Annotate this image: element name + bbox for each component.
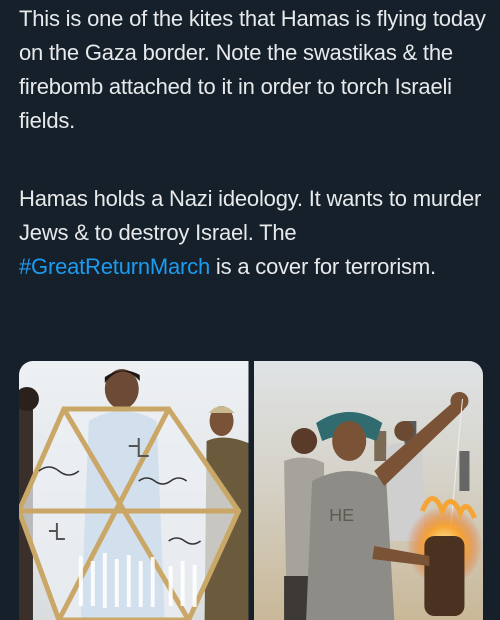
hashtag-link[interactable]: #GreatReturnMarch	[19, 254, 210, 279]
photo-firebomb[interactable]: HE	[253, 361, 483, 620]
tweet-media: HE	[19, 361, 483, 620]
kite-photo-image	[19, 361, 249, 620]
tweet-paragraph-1: This is one of the kites that Hamas is f…	[19, 6, 486, 133]
tweet-paragraph-2: Hamas holds a Nazi ideology. It wants to…	[19, 182, 489, 284]
photo-kite-men[interactable]	[19, 361, 249, 620]
tweet-paragraph-2-start: Hamas holds a Nazi ideology. It wants to…	[19, 186, 482, 245]
svg-text:HE: HE	[329, 505, 354, 525]
tweet-paragraph-2-end: is a cover for terrorism.	[210, 254, 436, 279]
firebomb-photo-image: HE	[253, 361, 483, 620]
